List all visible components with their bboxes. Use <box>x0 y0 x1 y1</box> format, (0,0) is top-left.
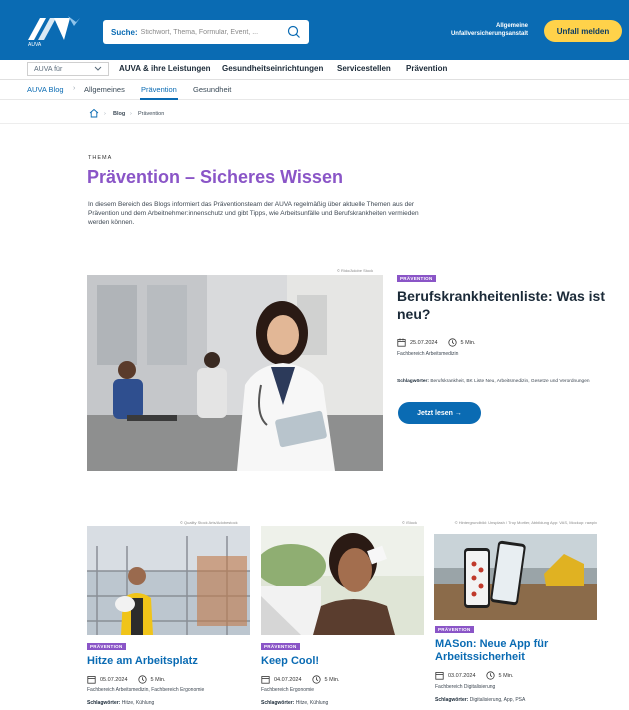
chevron-right-icon: › <box>73 85 76 92</box>
intro-text: In diesem Bereich des Blogs informiert d… <box>88 201 419 226</box>
card-image-mason[interactable] <box>434 534 597 620</box>
unfall-melden-button[interactable]: Unfall melden <box>544 20 622 42</box>
breadcrumb-current: Prävention <box>138 111 165 117</box>
section-eyebrow: THEMA <box>88 155 113 161</box>
card-meta: 04.07.2024 5 Min. <box>261 675 340 684</box>
read-now-button[interactable]: Jetzt lesen → <box>398 402 481 424</box>
calendar-icon <box>261 676 270 684</box>
organisation-name: Allgemeine Unfallversicherungsanstalt <box>430 22 528 38</box>
subnav-praevention[interactable]: Prävention <box>141 85 177 94</box>
image-credit: © Quality Stock Arts/Adobestock <box>180 520 238 525</box>
keywords-text: Hitze, Kühlung <box>295 700 329 706</box>
card-date: 05.07.2024 <box>100 676 128 683</box>
nav-item-leistungen[interactable]: AUVA & ihre Leistungen <box>119 64 211 73</box>
org-line-2: Unfallversicherungsanstalt <box>450 31 528 37</box>
featured-meta: 25.07.2024 5 Min. <box>397 338 476 347</box>
card-title[interactable]: Hitze am Arbeitsplatz <box>87 655 252 668</box>
card-image-keep-cool[interactable] <box>261 526 424 635</box>
blog-subnav: AUVA Blog › Allgemeines Prävention Gesun… <box>0 80 629 100</box>
featured-image[interactable] <box>87 275 383 471</box>
card-date: 04.07.2024 <box>274 676 302 683</box>
subnav-gesundheit[interactable]: Gesundheit <box>193 85 231 94</box>
org-line-1: Allgemeine <box>495 23 528 29</box>
audience-select[interactable]: AUVA für <box>27 62 109 76</box>
active-tab-indicator <box>140 98 178 100</box>
card-duration: 5 Min. <box>324 676 340 683</box>
chevron-right-icon: › <box>130 111 132 117</box>
featured-department: Fachbereich Arbeitsmedizin <box>397 351 459 357</box>
keywords-label: Schlagwörter: <box>397 379 429 384</box>
calendar-icon <box>397 338 406 347</box>
clock-icon <box>485 671 495 680</box>
featured-title[interactable]: Berufskrankheitenliste: Was ist neu? <box>397 287 612 323</box>
category-tag: PRÄVENTION <box>261 643 300 650</box>
clock-icon <box>137 675 147 684</box>
category-tag: PRÄVENTION <box>397 275 436 282</box>
nav-item-praevention[interactable]: Prävention <box>406 64 447 73</box>
keywords-text: Berufskrankheit, BK Liste Neu, Arbeitsme… <box>430 379 590 384</box>
chevron-down-icon <box>94 66 102 71</box>
category-tag: PRÄVENTION <box>87 643 126 650</box>
chevron-right-icon: › <box>104 111 106 117</box>
category-tag: PRÄVENTION <box>435 626 474 633</box>
card-date: 03.07.2024 <box>448 672 476 679</box>
calendar-icon <box>435 672 444 680</box>
card-department: Fachbereich Digitalisierung <box>435 684 496 690</box>
breadcrumb-blog[interactable]: Blog <box>113 111 125 117</box>
featured-date: 25.07.2024 <box>410 339 438 346</box>
auva-logo[interactable]: AUVA <box>24 12 84 48</box>
subnav-blog[interactable]: AUVA Blog <box>27 85 64 94</box>
image-credit: © iStock <box>402 520 417 525</box>
logo-text: AUVA <box>28 42 42 48</box>
calendar-icon <box>87 676 96 684</box>
nav-item-gesundheitseinrichtungen[interactable]: Gesundheitseinrichtungen <box>222 64 323 73</box>
card-title[interactable]: MASon: Neue App für Arbeitssicherheit <box>435 638 615 664</box>
image-credit: © Hintergrundbild: Unsplash / Troy Morti… <box>454 520 597 525</box>
card-keywords: Schlagwörter: Hitze, Kühlung <box>87 700 154 706</box>
featured-duration: 5 Min. <box>460 339 476 346</box>
card-meta: 05.07.2024 5 Min. <box>87 675 166 684</box>
card-duration: 5 Min. <box>498 672 514 679</box>
search-input[interactable]: Stichwort, Thema, Formular, Event, ... <box>141 29 287 36</box>
search-label: Suche: <box>111 27 138 37</box>
page-title: Prävention – Sicheres Wissen <box>87 167 343 187</box>
breadcrumb: › Blog › Prävention <box>0 104 629 124</box>
clock-icon <box>447 338 457 347</box>
keywords-label: Schlagwörter: <box>261 700 295 706</box>
featured-keywords: Schlagwörter: Berufskrankheit, BK Liste … <box>397 378 619 385</box>
subnav-allgemeines[interactable]: Allgemeines <box>84 85 125 94</box>
home-icon[interactable] <box>88 107 100 119</box>
search-field[interactable]: Suche: Stichwort, Thema, Formular, Event… <box>103 20 309 44</box>
main-nav: AUVA für AUVA & ihre Leistungen Gesundhe… <box>0 60 629 80</box>
card-meta: 03.07.2024 5 Min. <box>435 671 514 680</box>
audience-select-label: AUVA für <box>34 65 63 73</box>
card-duration: 5 Min. <box>150 676 166 683</box>
card-department: Fachbereich Ergonomie <box>261 687 315 693</box>
keywords-text: Digitalisierung, App, PSA <box>469 697 526 703</box>
nav-item-servicestellen[interactable]: Servicestellen <box>337 64 391 73</box>
clock-icon <box>311 675 321 684</box>
image-credit: © Rido/Adobe Stock <box>337 268 374 273</box>
card-image-hitze[interactable] <box>87 526 250 635</box>
card-title[interactable]: Keep Cool! <box>261 655 426 668</box>
top-header: AUVA Suche: Stichwort, Thema, Formular, … <box>0 0 629 60</box>
keywords-label: Schlagwörter: <box>435 697 469 703</box>
keywords-label: Schlagwörter: <box>87 700 121 706</box>
card-department: Fachbereich Arbeitsmedizin, Fachbereich … <box>87 687 205 693</box>
card-keywords: Schlagwörter: Hitze, Kühlung <box>261 700 328 706</box>
card-keywords: Schlagwörter: Digitalisierung, App, PSA <box>435 697 525 703</box>
keywords-text: Hitze, Kühlung <box>121 700 155 706</box>
search-icon[interactable] <box>287 25 301 39</box>
